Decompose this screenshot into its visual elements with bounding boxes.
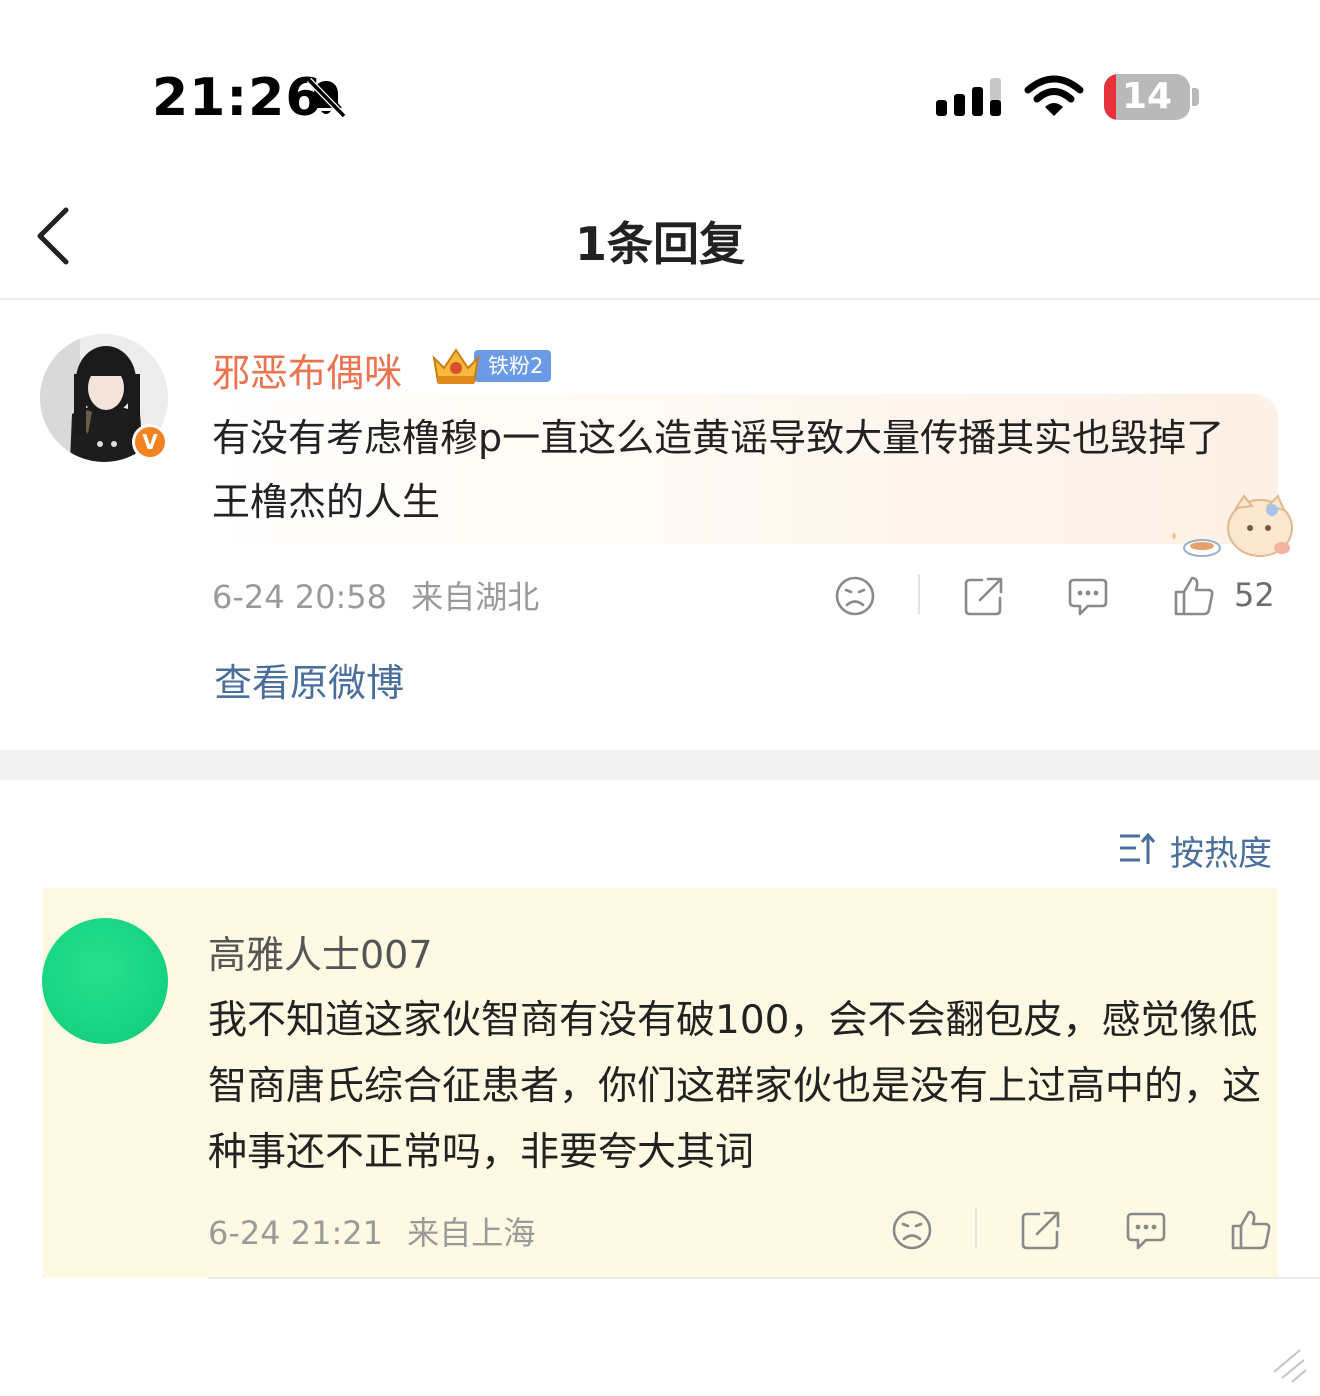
status-bar: 21:26 14	[0, 0, 1320, 160]
sort-label: 按热度	[1170, 834, 1272, 874]
comment-actions: 52	[0, 574, 1320, 634]
battery-level: 14	[1121, 76, 1173, 117]
bell-muted-icon	[306, 77, 347, 119]
fan-badge-label: 铁粉2	[474, 350, 552, 382]
nav-bar: 1条回复	[0, 160, 1320, 300]
reply-text: 我不知道这家伙智商有没有破100，会不会翻包皮，感觉像低智商唐氏综合征患者，你们…	[208, 998, 1262, 1175]
like-count: 52	[1234, 576, 1275, 614]
dislike-face-icon[interactable]	[833, 574, 877, 618]
reply-username[interactable]: 高雅人士007	[208, 924, 433, 979]
battery-icon: 14	[1104, 74, 1190, 120]
avatar[interactable]	[42, 918, 168, 1044]
signal-icon	[936, 78, 1001, 116]
wifi-icon	[1024, 75, 1084, 116]
verified-badge: V	[132, 424, 168, 460]
reply-divider	[208, 1277, 1320, 1279]
dislike-face-icon[interactable]	[890, 1208, 934, 1252]
reply-actions	[0, 1208, 1320, 1268]
comment-bubble-icon[interactable]	[1124, 1208, 1168, 1252]
action-divider	[975, 1208, 977, 1248]
battery-tip	[1192, 88, 1199, 106]
bubble-sticker-icon	[1172, 494, 1293, 557]
comment-text: 有没有考虑橹穆p一直这么造黄谣导致大量传播其实也毁掉了王橹杰的人生	[212, 416, 1225, 524]
share-icon[interactable]	[962, 574, 1006, 618]
crown-icon	[432, 348, 480, 384]
original-comment: V 邪恶布偶咪 铁粉2 有没有考虑橹穆p一直这么造黄谣导致大量传播其实也毁掉了王…	[0, 302, 1320, 752]
thumbs-up-icon[interactable]	[1172, 574, 1216, 618]
scroll-handle-icon[interactable]	[1264, 1342, 1314, 1386]
reply-item: 高雅人士007 我不知道这家伙智商有没有破100，会不会翻包皮，感觉像低智商唐氏…	[42, 888, 1278, 1278]
view-original-link[interactable]: 查看原微博	[214, 652, 404, 707]
sort-icon	[1120, 832, 1156, 864]
action-divider	[918, 574, 920, 614]
comment-username[interactable]: 邪恶布偶咪	[212, 342, 402, 397]
status-time: 21:26	[152, 68, 323, 128]
section-divider	[0, 750, 1320, 780]
page-title: 1条回复	[574, 217, 745, 271]
thumbs-up-icon[interactable]	[1229, 1208, 1273, 1252]
share-icon[interactable]	[1019, 1208, 1063, 1252]
comment-bubble-icon[interactable]	[1066, 574, 1110, 618]
